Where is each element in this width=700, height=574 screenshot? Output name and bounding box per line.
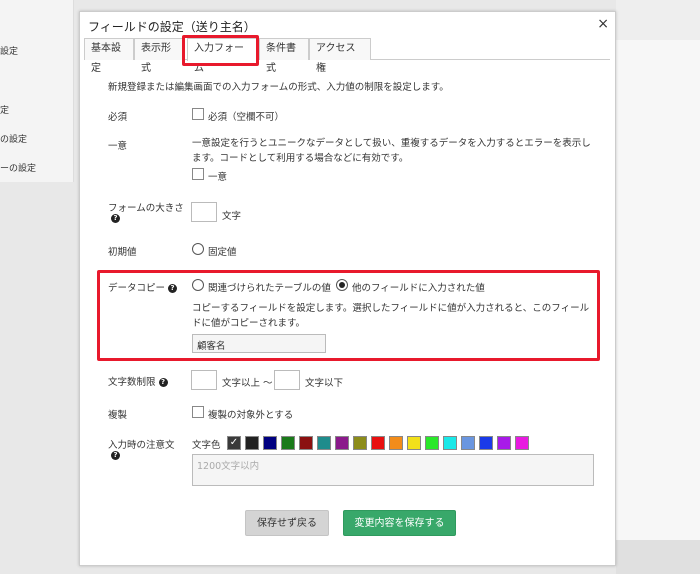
data-copy-description: コピーするフィールドを設定します。選択したフィールドに値が入力されると、このフィ… <box>192 303 590 329</box>
copy-source-field-input[interactable]: 顧客名 <box>192 334 326 353</box>
char-max-input[interactable] <box>274 370 300 390</box>
color-swatch[interactable] <box>317 436 331 450</box>
unique-label: 一意 <box>108 141 128 152</box>
tab-conditional-format[interactable]: 条件書式 <box>259 38 309 74</box>
background-sidebar: 設定 定 の設定 ーの設定 <box>0 0 74 182</box>
fixed-value-radio[interactable] <box>192 243 204 255</box>
color-swatch[interactable] <box>353 436 367 450</box>
help-icon[interactable]: ? <box>111 214 120 223</box>
background-item: ーの設定 <box>0 164 37 174</box>
color-swatch[interactable] <box>371 436 385 450</box>
help-icon[interactable]: ? <box>111 451 120 460</box>
color-swatch[interactable] <box>335 436 349 450</box>
data-copy-label: データコピー ? <box>108 280 178 294</box>
required-label: 必須 <box>108 112 128 123</box>
color-swatch[interactable] <box>389 436 403 450</box>
color-swatch[interactable] <box>479 436 493 450</box>
tab-bar: 基本設定 表示形式 入力フォーム 条件書式 アクセス権 <box>84 38 610 74</box>
form-size-label: フォームの大きさ <box>108 203 184 214</box>
duplicate-exclude-label: 複製の対象外とする <box>208 410 294 421</box>
color-swatch[interactable] <box>299 436 313 450</box>
tab-access-rights[interactable]: アクセス権 <box>309 38 371 74</box>
color-swatch[interactable] <box>281 436 295 450</box>
close-icon[interactable]: × <box>597 16 609 32</box>
background-right-panel <box>616 0 700 574</box>
initial-value-label: 初期値 <box>108 247 137 258</box>
unique-checkbox-label: 一意 <box>208 172 228 183</box>
other-field-radio-label: 他のフィールドに入力された値 <box>352 283 485 294</box>
required-checkbox[interactable] <box>192 108 204 120</box>
tab-basic-settings[interactable]: 基本設定 <box>84 38 134 74</box>
background-item: 定 <box>0 106 10 116</box>
background-item: の設定 <box>0 135 28 145</box>
fixed-value-radio-label: 固定値 <box>208 247 237 258</box>
dialog-title: フィールドの設定（送り主名） <box>88 20 256 34</box>
tab-highlight-box <box>182 35 259 66</box>
char-limit-label: 文字数制限 ? <box>108 374 168 388</box>
unique-description: 一意設定を行うとユニークなデータとして扱い、重複するデータを入力するとエラーを表… <box>192 138 591 164</box>
color-swatch[interactable] <box>443 436 457 450</box>
other-field-radio[interactable] <box>336 279 348 291</box>
text-color-label: 文字色 <box>192 440 221 451</box>
note-textarea[interactable]: 1200文字以内 <box>192 454 594 486</box>
unique-checkbox[interactable] <box>192 168 204 180</box>
color-swatch[interactable] <box>263 436 277 450</box>
help-icon[interactable]: ? <box>168 284 178 293</box>
related-table-radio[interactable] <box>192 279 204 291</box>
back-without-saving-button[interactable]: 保存せず戻る <box>245 510 329 536</box>
color-swatch[interactable] <box>497 436 511 450</box>
form-size-input[interactable] <box>191 202 217 222</box>
required-checkbox-label: 必須（空欄不可） <box>208 112 285 123</box>
field-settings-dialog: フィールドの設定（送り主名） × 基本設定 表示形式 入力フォーム 条件書式 ア… <box>79 11 616 566</box>
char-min-suffix: 文字以上 〜 <box>222 378 273 389</box>
tab-display-format[interactable]: 表示形式 <box>134 38 184 74</box>
duplicate-exclude-checkbox[interactable] <box>192 406 204 418</box>
color-swatch[interactable] <box>425 436 439 450</box>
char-max-suffix: 文字以下 <box>305 378 344 389</box>
form-size-unit: 文字 <box>222 211 242 222</box>
form-description: 新規登録または編集画面での入力フォームの形式、入力値の制限を設定します。 <box>108 82 449 93</box>
duplicate-label: 複製 <box>108 410 128 421</box>
color-swatch[interactable] <box>407 436 421 450</box>
help-icon[interactable]: ? <box>158 378 168 387</box>
note-label: 入力時の注意文 <box>108 440 175 451</box>
save-changes-button[interactable]: 変更内容を保存する <box>343 510 456 536</box>
color-swatch[interactable] <box>515 436 529 450</box>
related-table-radio-label: 関連づけられたテーブルの値 <box>208 283 331 294</box>
char-min-input[interactable] <box>191 370 217 390</box>
color-swatch[interactable] <box>461 436 475 450</box>
color-swatch[interactable] <box>245 436 259 450</box>
background-item: 設定 <box>0 47 19 57</box>
color-swatch[interactable]: ✓ <box>227 436 241 450</box>
